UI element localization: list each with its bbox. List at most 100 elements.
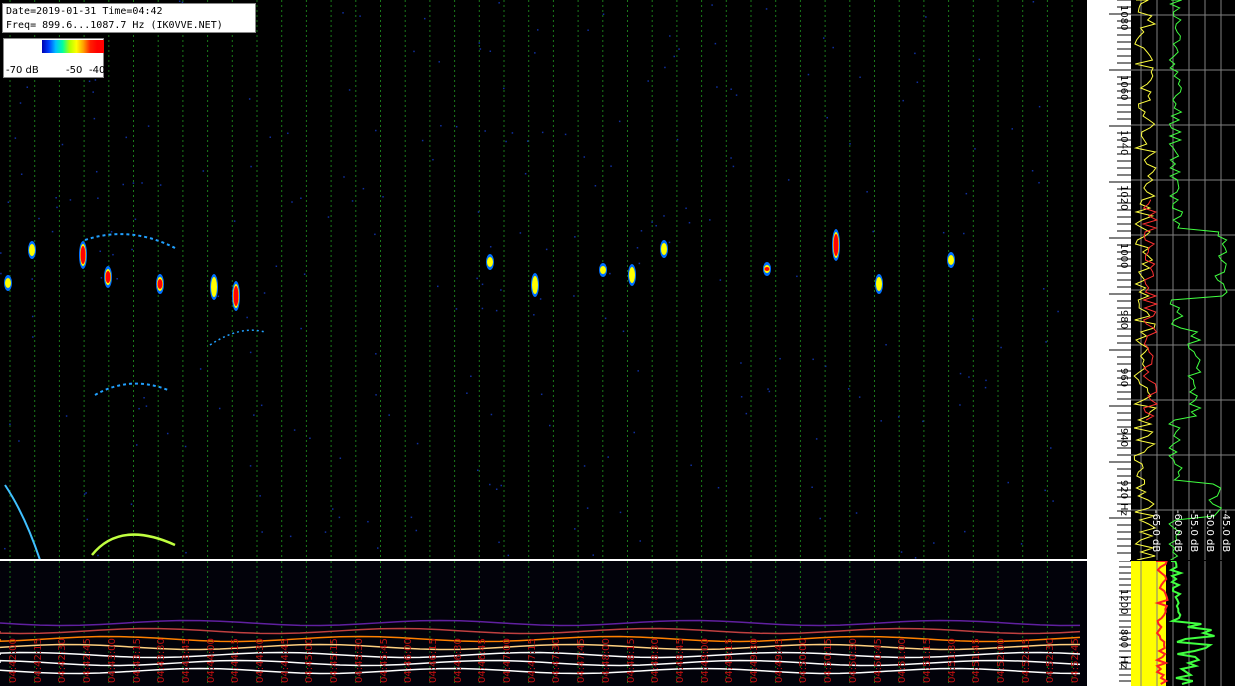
frequency-label: Hz	[1118, 503, 1129, 516]
noise-speck	[711, 4, 713, 6]
lower-spectrum-fill	[1131, 561, 1166, 686]
signal-trace-peak	[764, 267, 770, 271]
color-scale-bar	[42, 40, 104, 53]
frequency-label: 1020	[1118, 185, 1129, 211]
signal-trace-core	[629, 267, 635, 283]
signal-trace-peak	[157, 279, 163, 289]
noise-speck	[959, 372, 962, 375]
noise-speck	[88, 80, 91, 83]
noise-speck	[92, 91, 94, 93]
noise-speck	[922, 420, 924, 423]
lower-spectrum-avg-line	[1168, 561, 1215, 685]
noise-speck	[100, 277, 103, 279]
frequency-label: 1040	[1118, 130, 1129, 156]
noise-speck	[18, 440, 20, 442]
noise-speck	[55, 197, 57, 199]
noise-speck	[351, 200, 354, 202]
noise-speck	[250, 165, 252, 168]
noise-speck	[263, 292, 266, 294]
time-label: 04:50:00	[798, 638, 810, 683]
noise-speck	[130, 503, 133, 505]
noise-speck	[822, 37, 825, 39]
noise-speck	[602, 13, 605, 15]
noise-speck	[609, 272, 611, 275]
noise-speck	[636, 247, 639, 249]
noise-speck	[83, 493, 86, 495]
noise-speck	[1045, 341, 1047, 343]
spectral-band-line	[0, 627, 1081, 635]
noise-speck	[900, 551, 903, 553]
noise-speck	[594, 185, 597, 187]
waterfall-display[interactable]	[0, 0, 1087, 560]
lower-frequency-label: 800	[1118, 629, 1129, 649]
noise-speck	[536, 29, 539, 31]
noise-speck	[97, 554, 99, 557]
noise-speck	[963, 232, 965, 235]
noise-speck	[248, 98, 251, 100]
noise-speck	[1050, 447, 1052, 449]
noise-speck	[812, 358, 814, 361]
noise-speck	[178, 0, 181, 3]
lower-frequency-scale: 1200 800 Hz	[1087, 561, 1131, 686]
noise-speck	[622, 330, 625, 333]
signal-trace-peak	[233, 286, 239, 306]
noise-speck	[1044, 489, 1046, 492]
noise-speck	[7, 201, 10, 203]
noise-speck	[902, 99, 904, 102]
noise-speck	[0, 252, 2, 254]
signal-trace-core	[532, 276, 538, 294]
signal-trace-peak	[105, 271, 111, 283]
time-label: 04:46:00	[403, 638, 415, 683]
time-label: 04:52:45	[1070, 638, 1082, 683]
noise-speck	[495, 488, 498, 490]
noise-speck	[866, 191, 868, 193]
noise-speck	[132, 182, 135, 184]
noise-speck	[872, 230, 874, 233]
noise-speck	[69, 199, 72, 201]
arc-trace	[94, 382, 169, 396]
noise-speck	[855, 512, 858, 514]
frequency-range-text: Freq= 899.6...1087.7 Hz (IK0VVE.NET)	[6, 20, 223, 31]
noise-speck	[125, 136, 128, 139]
noise-speck	[968, 376, 970, 378]
noise-speck	[1000, 346, 1002, 349]
noise-speck	[925, 16, 927, 18]
noise-speck	[984, 386, 987, 389]
legend-min-label: -70 dB	[6, 65, 39, 76]
time-label: 04:44:15	[230, 638, 242, 683]
noise-speck	[410, 516, 413, 519]
noise-speck	[489, 483, 491, 486]
noise-speck	[331, 508, 334, 510]
noise-speck	[218, 407, 221, 410]
noise-speck	[477, 469, 479, 472]
time-label: 04:46:30	[452, 638, 464, 683]
noise-speck	[735, 94, 738, 96]
noise-speck	[548, 424, 551, 427]
noise-speck	[639, 540, 641, 542]
noise-speck	[159, 184, 162, 186]
noise-speck	[481, 283, 484, 286]
noise-speck	[619, 511, 622, 514]
time-label: 04:43:45	[180, 638, 192, 683]
noise-speck	[500, 484, 503, 487]
info-box: Date=2019-01-31 Time=04:42 Freq= 899.6..…	[2, 3, 256, 33]
noise-speck	[1031, 170, 1034, 172]
noise-speck	[519, 232, 522, 234]
color-legend: -70 dB -50 -40	[3, 38, 105, 78]
signal-trace-core	[5, 278, 11, 288]
noise-speck	[811, 486, 813, 489]
noise-speck	[819, 517, 821, 520]
time-label: 04:42:45	[82, 638, 94, 683]
noise-speck	[110, 231, 113, 233]
time-label: 04:47:45	[576, 638, 588, 683]
noise-speck	[479, 48, 482, 50]
noise-speck	[730, 157, 732, 159]
arc-trace	[84, 233, 176, 249]
signal-trace-peak	[80, 246, 86, 264]
lower-spectrogram[interactable]: 04:42:00 04:42:15 04:42:30 04:42:45 04:43:00…	[0, 561, 1087, 686]
signal-trace-core	[487, 257, 493, 267]
noise-speck	[26, 86, 29, 88]
noise-speck	[897, 416, 900, 418]
noise-speck	[416, 442, 419, 445]
noise-speck	[359, 15, 361, 17]
